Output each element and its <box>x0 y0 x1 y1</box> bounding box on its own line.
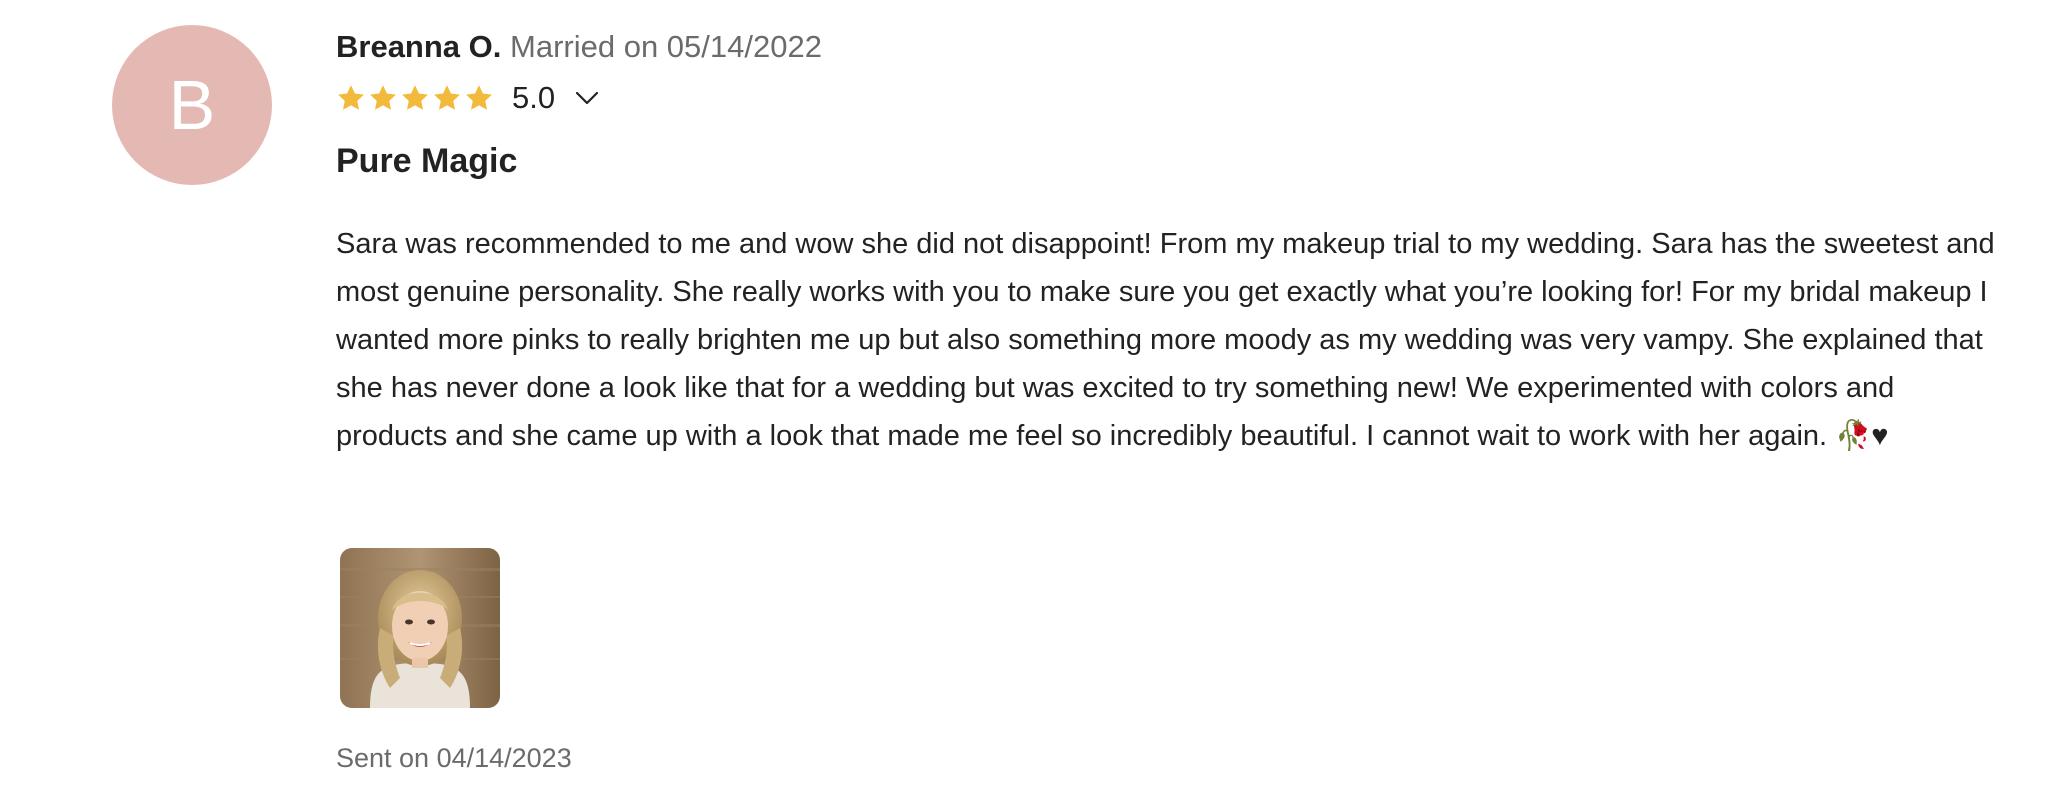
review-photo-thumbnail[interactable] <box>340 548 500 708</box>
review-body: Sara was recommended to me and wow she d… <box>336 228 1995 452</box>
star-icon <box>370 85 396 110</box>
rating-row: 5.0 <box>336 78 1996 118</box>
review-content: Breanna O. Married on 05/14/2022 5.0 Pur… <box>336 26 1996 460</box>
sent-date: Sent on 04/14/2023 <box>336 743 572 773</box>
star-icon <box>434 85 460 110</box>
avatar-initial: B <box>168 66 216 144</box>
reviewer-name: Breanna O. <box>336 29 502 64</box>
review-card: B Breanna O. Married on 05/14/2022 5.0 P… <box>0 0 2072 796</box>
bride-photo-image <box>340 548 500 708</box>
married-date: Married on 05/14/2022 <box>510 29 822 64</box>
review-byline: Breanna O. Married on 05/14/2022 <box>336 26 1996 68</box>
rating-value: 5.0 <box>512 80 556 115</box>
chevron-down-icon[interactable] <box>575 90 599 106</box>
review-title: Pure Magic <box>336 142 518 180</box>
star-icon <box>338 85 364 110</box>
star-rating <box>336 83 496 113</box>
star-icon <box>466 85 492 110</box>
reviewer-avatar: B <box>112 25 272 185</box>
star-icon <box>402 85 428 110</box>
